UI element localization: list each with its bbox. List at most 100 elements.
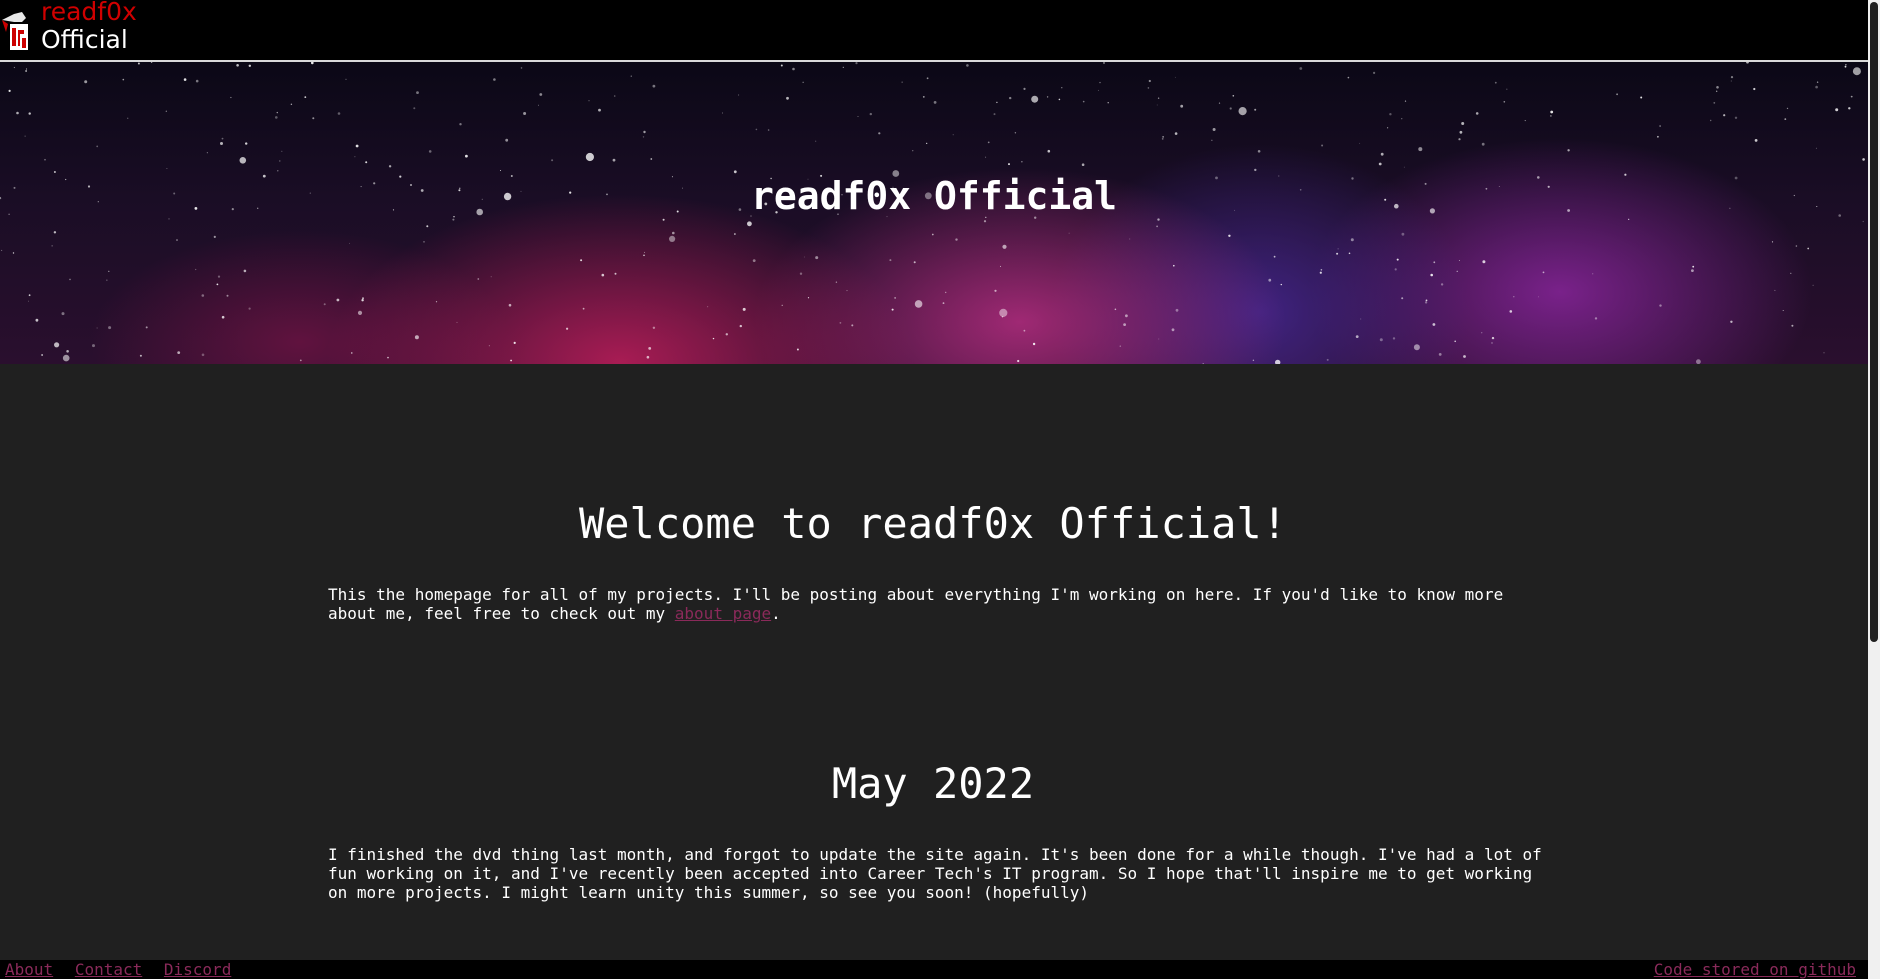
star <box>1550 115 1552 117</box>
star <box>733 170 737 174</box>
star <box>1433 261 1436 264</box>
star <box>1753 87 1756 91</box>
welcome-text: This the homepage for all of my projects… <box>328 585 1504 623</box>
star <box>585 152 595 162</box>
star <box>1795 245 1798 247</box>
star <box>1380 152 1384 156</box>
star <box>1147 87 1150 89</box>
page: readf0x Official readf0x Official Welcom… <box>0 0 1880 979</box>
star <box>1844 65 1847 68</box>
star <box>1156 225 1158 228</box>
star <box>96 145 99 148</box>
star <box>1418 147 1423 152</box>
star <box>304 96 307 98</box>
star <box>786 96 789 100</box>
star <box>1174 132 1178 135</box>
fox-icon[interactable] <box>0 10 38 54</box>
star <box>245 142 248 145</box>
star <box>1125 314 1128 318</box>
star <box>1268 278 1272 282</box>
star <box>1494 81 1497 84</box>
star <box>669 235 676 242</box>
star <box>28 294 31 297</box>
star <box>742 307 746 311</box>
star <box>357 310 363 315</box>
star <box>707 306 709 308</box>
star <box>351 352 353 354</box>
star <box>1401 232 1405 236</box>
star <box>1119 345 1121 347</box>
star <box>1156 104 1158 106</box>
star <box>1389 113 1392 116</box>
post-paragraph: I finished the dvd thing last month, and… <box>328 845 1542 902</box>
star <box>1791 324 1794 327</box>
star <box>1524 120 1526 122</box>
star <box>220 142 223 145</box>
star <box>1107 102 1109 104</box>
star <box>846 290 848 292</box>
star <box>413 107 416 110</box>
scrollbar-thumb[interactable] <box>1870 2 1878 642</box>
star <box>1212 128 1216 131</box>
star <box>839 322 842 324</box>
star <box>1103 62 1105 64</box>
star <box>1396 258 1399 261</box>
star <box>195 268 197 271</box>
star <box>1023 87 1026 90</box>
star <box>1319 271 1322 274</box>
vertical-scrollbar[interactable] <box>1868 0 1880 979</box>
star <box>165 110 167 112</box>
star <box>239 157 247 164</box>
star <box>1657 135 1659 138</box>
star <box>217 275 221 278</box>
star <box>1425 299 1428 302</box>
star <box>213 235 216 238</box>
star <box>1174 76 1176 78</box>
footer-link-discord[interactable]: Discord <box>164 960 231 979</box>
star <box>1730 320 1733 323</box>
star <box>643 130 646 134</box>
github-link[interactable]: Code stored on github <box>1654 960 1856 979</box>
footer-right: Code stored on github <box>1654 960 1856 979</box>
star <box>166 168 168 169</box>
star <box>1017 359 1020 363</box>
star <box>13 66 15 69</box>
star <box>1481 142 1485 146</box>
star <box>1816 81 1819 83</box>
about-page-link[interactable]: about page <box>675 604 771 623</box>
star <box>1413 344 1420 351</box>
star <box>127 117 129 119</box>
site-logo-text[interactable]: readf0x Official <box>41 0 137 54</box>
star <box>922 96 925 98</box>
star <box>1456 270 1458 272</box>
star <box>365 161 368 164</box>
star <box>983 220 987 223</box>
star <box>523 112 527 115</box>
footer-links: About Contact Discord <box>5 960 243 979</box>
star <box>216 283 219 286</box>
star <box>712 337 715 340</box>
star <box>926 77 929 80</box>
star <box>28 112 31 115</box>
star <box>1459 130 1463 134</box>
star <box>1567 149 1570 152</box>
star <box>513 341 516 344</box>
star <box>243 269 247 273</box>
star <box>807 297 810 299</box>
star <box>1355 335 1359 338</box>
star <box>1815 85 1818 89</box>
star <box>53 171 56 173</box>
star <box>752 259 756 262</box>
star <box>945 291 947 294</box>
star <box>926 142 928 144</box>
star <box>781 304 783 306</box>
star <box>613 95 616 97</box>
footer-link-contact[interactable]: Contact <box>75 960 142 979</box>
star <box>248 64 251 67</box>
footer-link-about[interactable]: About <box>5 960 53 979</box>
star <box>996 101 998 104</box>
star <box>642 136 645 138</box>
star <box>1481 332 1483 334</box>
star <box>177 351 181 354</box>
star <box>1401 297 1404 300</box>
